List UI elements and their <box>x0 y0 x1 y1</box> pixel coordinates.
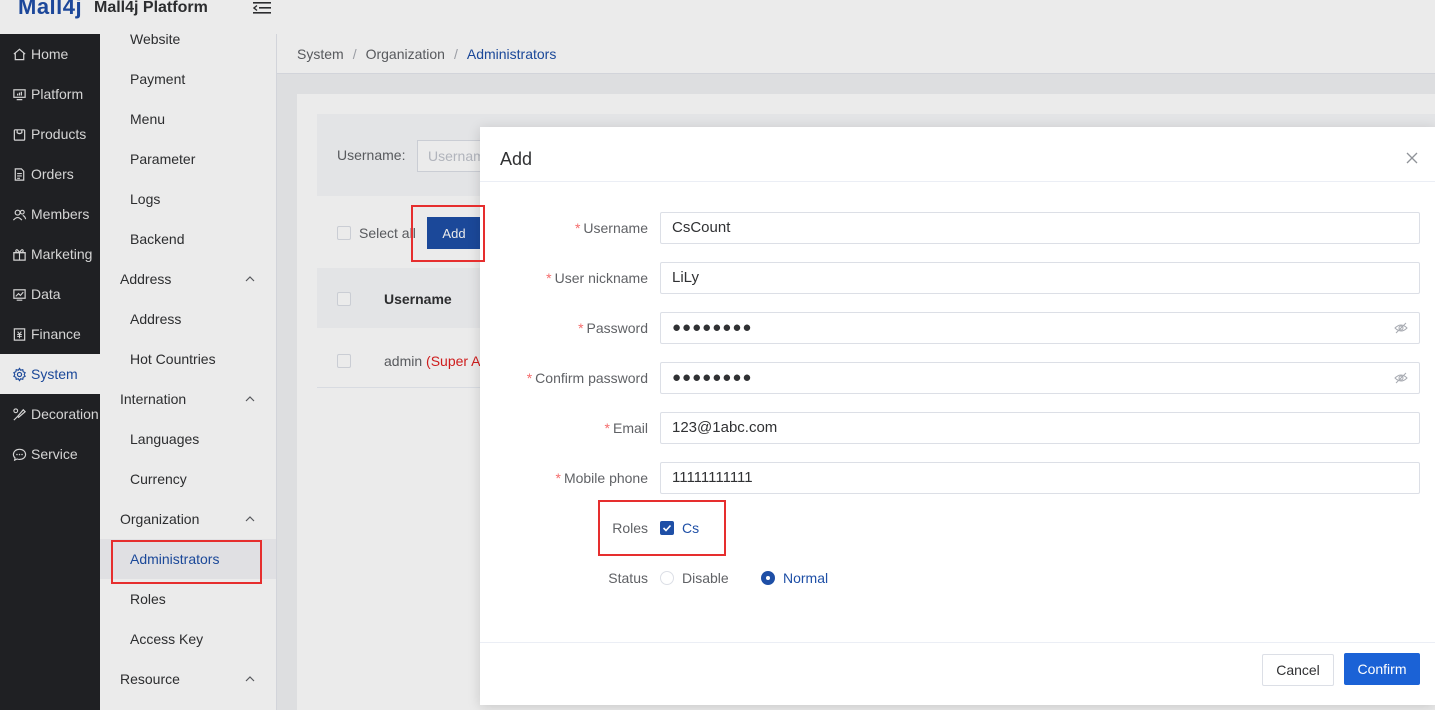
form-row-username: * Username CsCount <box>480 212 1435 244</box>
form-row-password: * Password ●●●●●●●● <box>480 312 1435 344</box>
confirm-password-label: * Confirm password <box>526 370 648 386</box>
mobile-phone-label: * Mobile phone <box>555 470 648 486</box>
confirm-button[interactable]: Confirm <box>1344 653 1420 685</box>
password-label: * Password <box>578 320 648 336</box>
roles-label: Roles <box>612 520 648 536</box>
password-input[interactable]: ●●●●●●●● <box>660 312 1420 344</box>
close-icon[interactable] <box>1406 152 1418 164</box>
status-disable-label[interactable]: Disable <box>682 570 729 586</box>
eye-off-icon[interactable] <box>1394 372 1408 384</box>
email-label: * Email <box>604 420 648 436</box>
email-input[interactable]: 123@1abc.com <box>660 412 1420 444</box>
dialog-footer-divider <box>480 642 1435 643</box>
username-label: * Username <box>574 220 648 236</box>
status-disable-radio[interactable] <box>660 571 674 585</box>
role-cs-checkbox[interactable] <box>660 521 674 535</box>
confirm-password-input[interactable]: ●●●●●●●● <box>660 362 1420 394</box>
dialog-header-divider <box>480 181 1435 182</box>
status-label: Status <box>608 570 648 586</box>
form-row-nickname: * User nickname LiLy <box>480 262 1435 294</box>
status-normal-label[interactable]: Normal <box>783 570 828 586</box>
mobile-phone-input[interactable]: 11111111111 <box>660 462 1420 494</box>
nickname-input[interactable]: LiLy <box>660 262 1420 294</box>
eye-off-icon[interactable] <box>1394 322 1408 334</box>
form-row-mobile: * Mobile phone 11111111111 <box>480 462 1435 494</box>
nickname-label: * User nickname <box>546 270 648 286</box>
username-input[interactable]: CsCount <box>660 212 1420 244</box>
form-row-confirm-password: * Confirm password ●●●●●●●● <box>480 362 1435 394</box>
cancel-button[interactable]: Cancel <box>1262 654 1334 686</box>
form-row-email: * Email 123@1abc.com <box>480 412 1435 444</box>
check-icon <box>662 524 672 532</box>
status-normal-radio[interactable] <box>761 571 775 585</box>
role-cs-label[interactable]: Cs <box>682 520 699 536</box>
add-admin-dialog: Add * Username CsCount * User nickname LiL… <box>480 127 1435 705</box>
dialog-title: Add <box>500 149 533 169</box>
form-row-roles: Roles Cs <box>480 512 1435 544</box>
form-row-status: Status Disable Normal <box>480 562 1435 594</box>
